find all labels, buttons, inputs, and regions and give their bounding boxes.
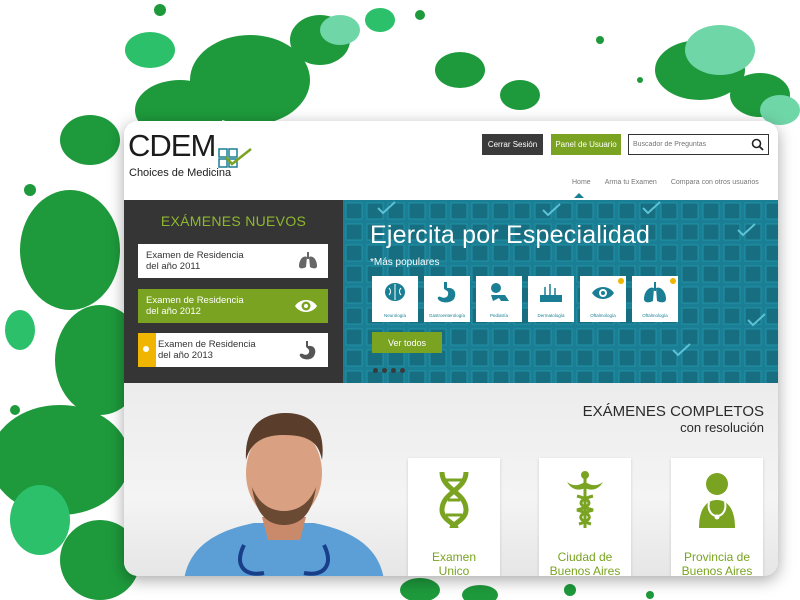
complete-exams-title: EXÁMENES COMPLETOS <box>582 403 764 420</box>
lungs-icon <box>644 282 666 303</box>
carousel-dot[interactable] <box>391 368 396 373</box>
grid-check-logo-icon <box>218 148 252 168</box>
specialty-label: Oftalmología <box>590 313 616 318</box>
new-exams-title: EXÁMENES NUEVOS <box>160 213 307 229</box>
nav-home[interactable]: Home <box>572 179 591 191</box>
card-label-line1: Ciudad de <box>557 550 613 564</box>
specialty-label: Neurología <box>383 313 406 318</box>
site-logo[interactable]: CDEM Choices de Medicina <box>128 129 258 179</box>
complete-exams-subtitle: con resolución <box>680 420 764 435</box>
card-label: Examen Unico <box>408 550 500 576</box>
exam-item-2011[interactable]: Examen de Residencia del año 2011 <box>138 244 328 278</box>
search-icon[interactable] <box>751 138 764 151</box>
card-label-line2: Unico <box>438 564 470 576</box>
specialty-label: Oftalmología <box>642 313 668 318</box>
nav-active-indicator <box>574 193 584 198</box>
stomach-icon <box>437 282 456 303</box>
specialty-panel: Ejercita por Especialidad *Más populares… <box>343 200 778 383</box>
card-unique-exam[interactable]: Examen Unico <box>408 458 500 576</box>
doctor-photo <box>184 413 384 576</box>
card-label-line2: Buenos Aires <box>681 564 753 576</box>
complete-exams-section: EXÁMENES COMPLETOS con resolución Examen… <box>124 383 778 576</box>
card-label-line2: Buenos Aires <box>549 564 621 576</box>
exam-label-line1: Examen de Residencia <box>146 295 244 306</box>
exam-item-2013[interactable]: Examen de Residencia del año 2013 <box>138 333 328 367</box>
card-buenos-aires-province[interactable]: Provincia de Buenos Aires <box>671 458 763 576</box>
specialty-label: Gastroenterología <box>428 313 466 318</box>
nav-build-exam[interactable]: Arma tu Examen <box>605 179 657 191</box>
doctor-icon <box>699 473 735 528</box>
view-all-button[interactable]: Ver todos <box>372 332 442 353</box>
specialty-pediatrics[interactable]: Pediatría <box>476 276 522 322</box>
popular-star-icon <box>618 278 624 284</box>
caduceus-icon <box>567 471 603 528</box>
search-input[interactable] <box>629 135 747 154</box>
site-header: CDEM Choices de Medicina Cerrar Sesión P… <box>124 121 778 198</box>
exam-label-line1: Examen de Residencia <box>158 339 256 350</box>
card-label: Ciudad de Buenos Aires <box>539 550 631 576</box>
eye-icon <box>295 300 317 312</box>
dna-icon <box>439 471 469 529</box>
nav-compare-users[interactable]: Compara con otros usuarios <box>671 179 759 191</box>
exam-label-line1: Examen de Residencia <box>146 250 244 261</box>
card-buenos-aires-city[interactable]: Ciudad de Buenos Aires <box>539 458 631 576</box>
new-exams-panel: EXÁMENES NUEVOS Examen de Residencia del… <box>124 200 343 383</box>
card-label-line1: Examen <box>431 550 477 564</box>
specialty-ophthalmology[interactable]: Oftalmología <box>580 276 626 322</box>
search-box <box>628 134 769 155</box>
logo-text: CDEM <box>128 128 216 163</box>
exam-label-line2: del año 2011 <box>146 261 201 272</box>
specialty-label: Dermatología <box>537 313 565 318</box>
specialty-label: Pediatría <box>489 313 508 318</box>
exam-item-2012[interactable]: Examen de Residencia del año 2012 <box>138 289 328 323</box>
carousel-dot[interactable] <box>373 368 378 373</box>
exam-label-line2: del año 2013 <box>158 350 213 361</box>
lungs-icon <box>299 252 317 269</box>
specialty-dermatology[interactable]: Dermatología <box>528 276 574 322</box>
specialty-subtitle: *Más populares <box>370 257 440 268</box>
stomach-icon <box>299 341 316 360</box>
logo-subtitle: Choices de Medicina <box>129 167 232 179</box>
card-label: Provincia de Buenos Aires <box>671 550 763 576</box>
carousel-dots <box>373 368 405 373</box>
main-nav: Home Arma tu Examen Compara con otros us… <box>572 179 759 191</box>
eye-icon <box>592 287 614 299</box>
user-panel-button[interactable]: Panel de Usuario <box>551 134 621 155</box>
baby-icon <box>491 283 509 301</box>
logout-button[interactable]: Cerrar Sesión <box>482 134 543 155</box>
browser-frame: CDEM Choices de Medicina Cerrar Sesión P… <box>124 121 778 576</box>
carousel-dot[interactable] <box>382 368 387 373</box>
brain-icon <box>385 283 405 301</box>
popular-star-icon <box>670 278 676 284</box>
specialty-gastroenterology[interactable]: Gastroenterología <box>424 276 470 322</box>
skin-icon <box>540 284 562 302</box>
carousel-dot[interactable] <box>400 368 405 373</box>
exam-label-line2: del año 2012 <box>146 306 201 317</box>
new-badge-icon <box>138 333 156 367</box>
card-label-line1: Provincia de <box>683 550 751 564</box>
specialty-neurology[interactable]: Neurología <box>372 276 418 322</box>
specialty-title: Ejercita por Especialidad <box>370 221 651 249</box>
specialty-pulmonology[interactable]: Oftalmología <box>632 276 678 322</box>
